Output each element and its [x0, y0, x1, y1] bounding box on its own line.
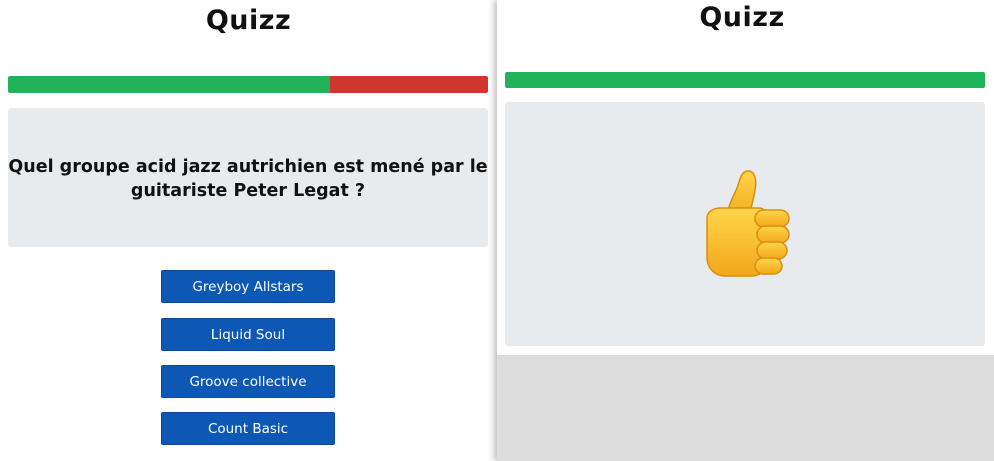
progress-correct-segment: [505, 72, 985, 88]
question-card: Quel groupe acid jazz autrichien est men…: [8, 108, 488, 247]
answer-button-1[interactable]: Greyboy Allstars: [161, 270, 335, 303]
footer-area: [497, 355, 994, 461]
progress-correct-segment: [8, 76, 330, 93]
quiz-result-panel: Quizz: [497, 0, 994, 461]
score-progress-bar: [505, 72, 985, 88]
page-title: Quizz: [699, 2, 785, 33]
answer-button-3[interactable]: Groove collective: [161, 365, 335, 398]
result-card: [505, 102, 985, 346]
progress-wrong-segment: [329, 76, 488, 93]
question-text: Quel groupe acid jazz autrichien est men…: [8, 157, 488, 201]
page-title: Quizz: [205, 5, 292, 36]
score-progress-bar: [8, 76, 488, 93]
thumbs-up-icon: [706, 170, 790, 277]
answer-button-4[interactable]: Count Basic: [161, 412, 335, 445]
quiz-question-panel: Quizz Quel groupe acid jazz autrichien e…: [0, 0, 497, 461]
answer-button-2[interactable]: Liquid Soul: [161, 318, 335, 351]
